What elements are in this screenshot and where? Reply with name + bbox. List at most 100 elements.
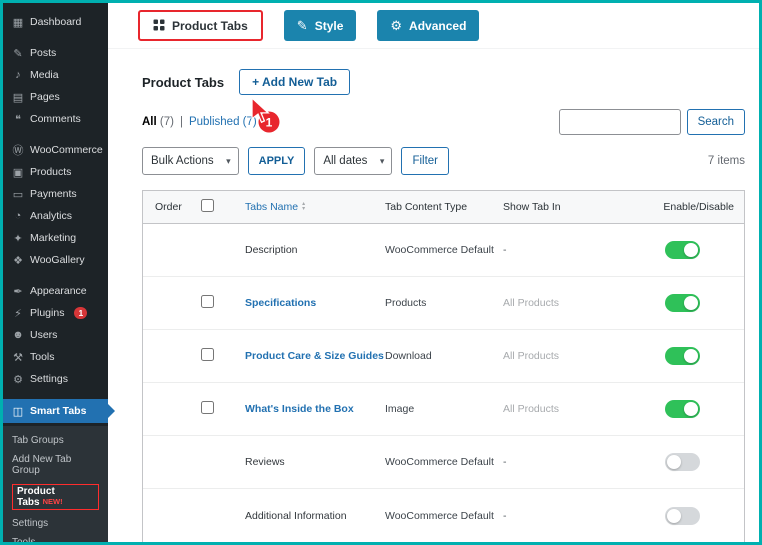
sidebar-item-analytics[interactable]: ◔ Analytics: [3, 205, 108, 227]
filter-button[interactable]: Filter: [401, 147, 449, 175]
tab-product-tabs[interactable]: Product Tabs: [138, 10, 263, 41]
enable-disable-toggle[interactable]: [665, 506, 700, 525]
toggle-knob: [684, 243, 698, 257]
sidebar-item-woocommerce[interactable]: Ⓦ WooCommerce: [3, 139, 108, 161]
pages-icon: ▤: [12, 91, 24, 104]
submenu-item-settings[interactable]: Settings: [3, 514, 108, 533]
row-checkbox[interactable]: [201, 295, 214, 308]
tab-name[interactable]: Specifications: [245, 297, 385, 309]
search-area: Search: [558, 109, 745, 135]
sidebar-item-label: Plugins: [30, 307, 65, 319]
row-checkbox[interactable]: [201, 401, 214, 414]
tab-product-tabs-label: Product Tabs: [172, 18, 248, 33]
table-row: What's Inside the Box Image All Products: [143, 383, 744, 436]
table-row: Product Care & Size Guides Download All Pr…: [143, 330, 744, 383]
sidebar-menu: ▦ Dashboard ✎ Posts ♪ Media ▤ Pages ❝ Comments Ⓦ Wo…: [3, 11, 115, 423]
sidebar-item-plugins[interactable]: ⚡ Plugins 1: [3, 302, 108, 324]
sidebar-item-label: Appearance: [30, 285, 87, 297]
checkbox-cell: [201, 295, 245, 311]
submenu-item-tab-groups[interactable]: Tab Groups: [3, 431, 108, 450]
sidebar-item-posts[interactable]: ✎ Posts: [3, 42, 108, 64]
checkbox-cell: [201, 348, 245, 364]
search-button[interactable]: Search: [686, 109, 745, 135]
show-tab-in: -: [503, 456, 507, 468]
smart-tabs-icon: ◫: [12, 405, 24, 418]
submenu-item-product-tabs[interactable]: Product Tabs NEW!: [3, 480, 108, 514]
submenu-item-label: Tab Groups: [12, 435, 64, 446]
payments-icon: ▭: [12, 188, 24, 201]
enable-disable-toggle[interactable]: [665, 453, 700, 471]
sidebar-item-products[interactable]: ▣ Products: [3, 161, 108, 183]
toggle-knob: [684, 402, 698, 416]
sidebar-item-label: Users: [30, 329, 58, 341]
sidebar-item-marketing[interactable]: ✦ Marketing: [3, 227, 108, 249]
sidebar-item-users[interactable]: ☻ Users: [3, 324, 108, 346]
sidebar-item-label: Tools: [30, 351, 55, 363]
sidebar-item-payments[interactable]: ▭ Payments: [3, 183, 108, 205]
views-row: All (7) | Published (7) Search: [142, 109, 745, 135]
app-window: ▦ Dashboard ✎ Posts ♪ Media ▤ Pages ❝ Comments Ⓦ Wo…: [0, 0, 762, 545]
sidebar-item-settings[interactable]: ⚙ Settings: [3, 368, 108, 390]
column-order: Order: [155, 201, 182, 213]
tab-style[interactable]: ✎ Style: [283, 10, 357, 41]
search-input[interactable]: [558, 109, 681, 135]
show-tab-in: -: [503, 509, 507, 522]
sidebar-item-label: Pages: [30, 91, 60, 103]
tab-name[interactable]: What's Inside the Box: [245, 403, 385, 415]
sidebar-item-label: WooGallery: [30, 254, 85, 266]
column-tabs-name[interactable]: Tabs Name ▴ ▾: [245, 201, 385, 213]
tab-name: Description: [245, 244, 298, 256]
toggle-knob: [667, 508, 681, 523]
tabs-grid-icon: [153, 19, 165, 33]
update-count-badge: 1: [74, 307, 88, 319]
select-all-cell: [201, 199, 245, 215]
tools-icon: ⚒: [13, 351, 23, 364]
page-title: Product Tabs: [142, 74, 225, 90]
bulk-actions-select[interactable]: Bulk Actions ▾: [142, 147, 239, 175]
view-published[interactable]: Published (7): [189, 116, 257, 128]
items-count: 7 items: [707, 155, 745, 167]
product-tabs-page: Product Tabs + Add New Tab All (7) | Pub…: [108, 49, 759, 542]
tab-advanced-label: Advanced: [409, 18, 467, 33]
sidebar-item-smart-tabs[interactable]: ◫ Smart Tabs: [3, 399, 115, 423]
view-all[interactable]: All (7): [142, 116, 174, 128]
view-separator: |: [179, 116, 183, 128]
sidebar-item-dashboard[interactable]: ▦ Dashboard: [3, 11, 108, 33]
product-tabs-table: Order Tabs Name ▴ ▾ Tab Content Type Show…: [142, 190, 745, 542]
enable-disable-toggle[interactable]: [665, 294, 700, 312]
submenu-item-add-new-tab-group[interactable]: Add New Tab Group: [3, 450, 108, 480]
show-tab-in: All Products: [503, 297, 560, 309]
sidebar-item-label: Posts: [30, 47, 57, 59]
toggle-cell: [624, 506, 744, 525]
sidebar-item-woogallery[interactable]: ❖ WooGallery: [3, 249, 108, 271]
appearance-icon: ✒: [13, 285, 23, 298]
row-checkbox[interactable]: [201, 348, 214, 361]
submenu-item-tools[interactable]: Tools: [3, 533, 108, 542]
column-show-tab-in: Show Tab In: [503, 201, 561, 213]
column-tab-content-type: Tab Content Type: [385, 201, 468, 213]
sidebar-item-media[interactable]: ♪ Media: [3, 64, 108, 86]
tab-advanced[interactable]: ⚙ Advanced: [377, 10, 480, 41]
sidebar-item-appearance[interactable]: ✒ Appearance: [3, 280, 108, 302]
select-all-checkbox[interactable]: [201, 199, 214, 212]
sidebar-item-label: Media: [30, 69, 59, 81]
woogallery-icon: ❖: [13, 254, 23, 267]
sidebar-item-comments[interactable]: ❝ Comments: [3, 108, 108, 130]
toggle-cell: [624, 400, 744, 418]
smart-tabs-submenu: Tab Groups Add New Tab Group Product Tabs N…: [3, 426, 108, 542]
sort-icon: ▴ ▾: [302, 201, 306, 212]
enable-disable-toggle[interactable]: [665, 241, 700, 259]
add-new-tab-button[interactable]: + Add New Tab: [239, 69, 351, 95]
view-filters: All (7) | Published (7): [142, 116, 257, 128]
posts-icon: ✎: [13, 47, 23, 60]
enable-disable-toggle[interactable]: [665, 400, 700, 418]
analytics-icon: ◔: [14, 210, 22, 222]
sidebar-item-tools[interactable]: ⚒ Tools: [3, 346, 108, 368]
apply-button[interactable]: APPLY: [247, 147, 306, 175]
enable-disable-toggle[interactable]: [665, 347, 700, 365]
all-dates-select[interactable]: All dates ▾: [314, 147, 393, 175]
toggle-cell: [624, 241, 744, 259]
column-enable-disable: Enable/Disable: [663, 201, 734, 213]
tab-name[interactable]: Product Care & Size Guides: [245, 350, 385, 362]
sidebar-item-pages[interactable]: ▤ Pages: [3, 86, 108, 108]
